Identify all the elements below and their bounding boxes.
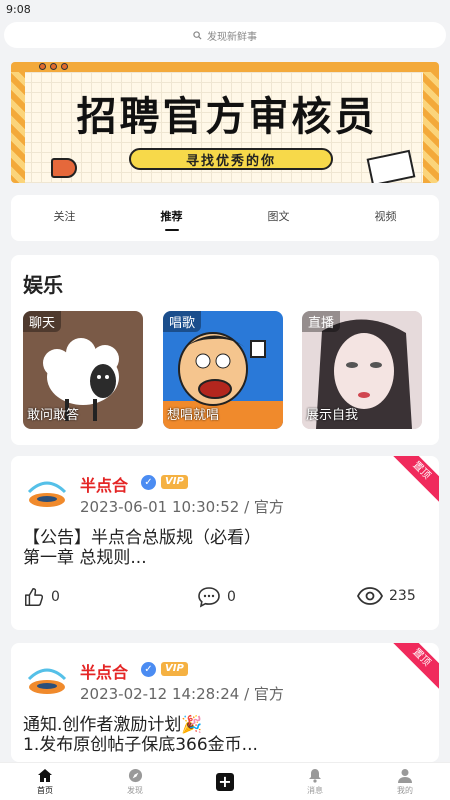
section-title: 娱乐 [23, 273, 63, 297]
compass-icon [128, 768, 142, 782]
post-actions: 0 0 235 [23, 586, 427, 610]
status-time: 9:08 [6, 3, 31, 16]
card-sing[interactable]: 唱歌 想唱就唱 [163, 311, 283, 429]
post-meta: 2023-02-12 14:28:24 / 官方 [80, 685, 284, 703]
tab-follow[interactable]: 关注 [11, 195, 118, 241]
thumbs-up-icon [25, 588, 44, 606]
card-tag: 聊天 [23, 311, 62, 332]
nav-create[interactable]: + [180, 763, 270, 800]
post-content[interactable]: 通知.创作者激励计划🎉 1.发布原创帖子保底366金币... [23, 715, 423, 755]
search-bar[interactable]: 发现新鲜事 [4, 22, 446, 48]
post-meta: 2023-06-01 10:30:52 / 官方 [80, 498, 284, 516]
tab-recommend[interactable]: 推荐 [118, 195, 225, 241]
like-button[interactable]: 0 [23, 586, 60, 608]
status-bar: 9:08 [0, 0, 450, 18]
banner-topbar [11, 62, 439, 72]
pinned-ribbon: 置顶 [386, 456, 439, 506]
verified-icon: ✓ [141, 475, 156, 490]
verified-icon: ✓ [141, 662, 156, 677]
nav-messages[interactable]: 消息 [270, 763, 360, 800]
paper-icon [366, 149, 416, 183]
avatar[interactable] [25, 659, 69, 703]
pinned-ribbon: 置顶 [386, 643, 439, 693]
user-icon [398, 768, 412, 783]
tab-image-text[interactable]: 图文 [225, 195, 332, 241]
nav-profile[interactable]: 我的 [360, 763, 450, 800]
nav-home[interactable]: 首页 [0, 763, 90, 800]
post-card[interactable]: 置顶 半点合 ✓ VIP 2023-02-12 14:28:24 / 官方 通知… [11, 643, 439, 762]
plus-icon: + [216, 772, 234, 791]
avatar[interactable] [25, 472, 69, 516]
card-live[interactable]: 直播 展示自我 [302, 311, 422, 429]
view-count: 235 [389, 588, 416, 604]
like-count: 0 [51, 589, 60, 605]
vip-badge: VIP [161, 662, 188, 676]
home-icon [38, 768, 52, 782]
post-card[interactable]: 置顶 半点合 ✓ VIP 2023-06-01 10:30:52 / 官方 【公… [11, 456, 439, 630]
megaphone-icon [51, 158, 77, 178]
banner-subtitle: 寻找优秀的你 [129, 148, 333, 170]
bottom-nav: 首页 发现 + 消息 我的 [0, 762, 450, 800]
banner-stripe-left [11, 72, 25, 183]
bell-icon [309, 768, 321, 783]
recruit-banner[interactable]: 招聘官方审核员 寻找优秀的你 [11, 62, 439, 183]
search-icon [193, 30, 202, 40]
card-caption: 想唱就唱 [167, 408, 220, 423]
comment-button[interactable]: 0 [197, 586, 236, 608]
search-placeholder: 发现新鲜事 [207, 31, 257, 43]
post-content[interactable]: 【公告】半点合总版规（必看） 第一章 总规则... [23, 528, 423, 568]
card-caption: 敢问敢答 [27, 408, 80, 423]
tab-video[interactable]: 视频 [332, 195, 439, 241]
card-tag: 唱歌 [163, 311, 202, 332]
author-name[interactable]: 半点合 [80, 659, 128, 683]
tab-active-indicator [164, 229, 179, 231]
banner-title: 招聘官方审核员 [76, 94, 378, 140]
card-tag: 直播 [302, 311, 341, 332]
card-chat[interactable]: 聊天 敢问敢答 [23, 311, 143, 429]
views-indicator: 235 [357, 586, 416, 606]
comment-count: 0 [227, 589, 236, 605]
eye-icon [357, 587, 383, 605]
author-name[interactable]: 半点合 [80, 472, 128, 496]
entertainment-section: 娱乐 聊天 敢问敢答 唱歌 想唱就唱 直播 展示自我 [11, 255, 439, 445]
feed-tabs: 关注 推荐 图文 视频 [11, 195, 439, 241]
nav-discover[interactable]: 发现 [90, 763, 180, 800]
card-caption: 展示自我 [306, 408, 359, 423]
vip-badge: VIP [161, 475, 188, 489]
comment-icon [198, 587, 220, 608]
banner-stripe-right [423, 72, 439, 183]
